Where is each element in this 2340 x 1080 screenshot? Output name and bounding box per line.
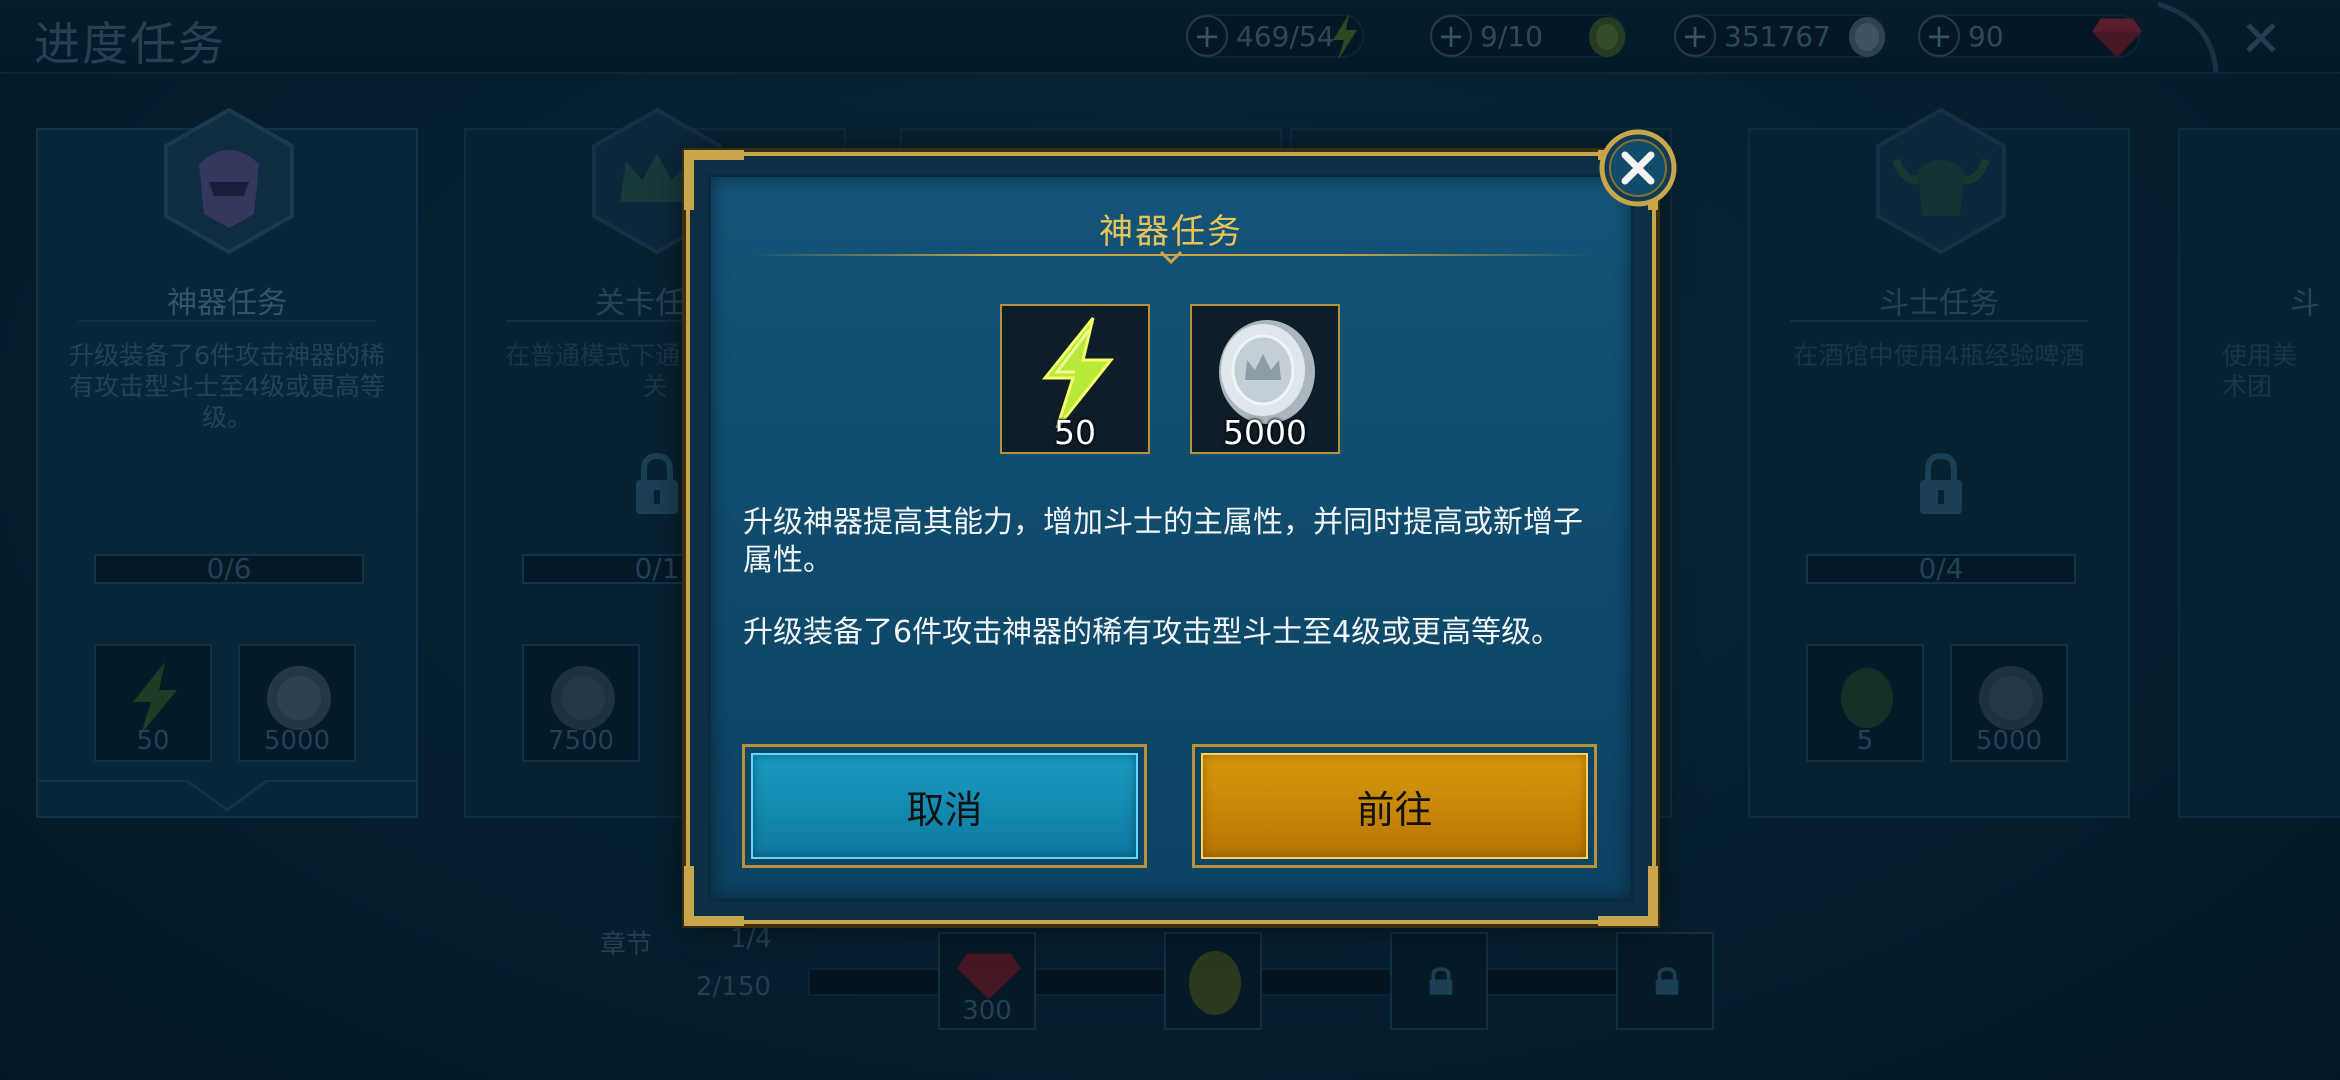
- dialog-requirement: 升级装备了6件攻击神器的稀有攻击型斗士至4级或更高等级。: [743, 615, 1562, 650]
- divider-arrow-icon: [1159, 250, 1183, 264]
- dialog-description: 升级神器提高其能力，增加斗士的主属性，并同时提高或新增子属性。: [743, 505, 1583, 578]
- go-button-label: 前往: [1356, 787, 1433, 832]
- cancel-button[interactable]: 取消: [742, 744, 1147, 868]
- reward-energy[interactable]: 50: [1000, 304, 1150, 454]
- cancel-button-label: 取消: [906, 787, 983, 832]
- task-dialog: 神器任务 50 5000 升级神器提高其能力，增加斗士的主属性，并同时提高或新增…: [684, 129, 1677, 926]
- close-dialog-button[interactable]: [1598, 128, 1678, 208]
- dialog-title: 神器任务: [1099, 212, 1243, 252]
- reward-silver[interactable]: 5000: [1190, 304, 1340, 454]
- reward-amount: 50: [1054, 413, 1096, 452]
- reward-amount: 5000: [1223, 413, 1307, 452]
- go-button[interactable]: 前往: [1192, 744, 1597, 868]
